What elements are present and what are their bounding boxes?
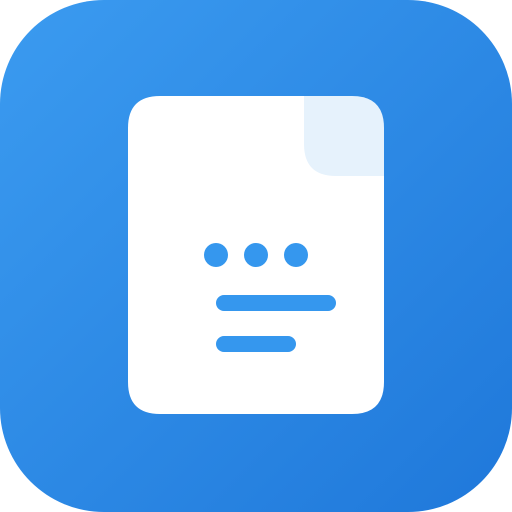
document-icon	[0, 0, 512, 512]
dot-icon	[204, 243, 228, 267]
dot-icon	[284, 243, 308, 267]
app-icon[interactable]	[0, 0, 512, 512]
page-fold	[304, 96, 384, 176]
dot-icon	[244, 243, 268, 267]
